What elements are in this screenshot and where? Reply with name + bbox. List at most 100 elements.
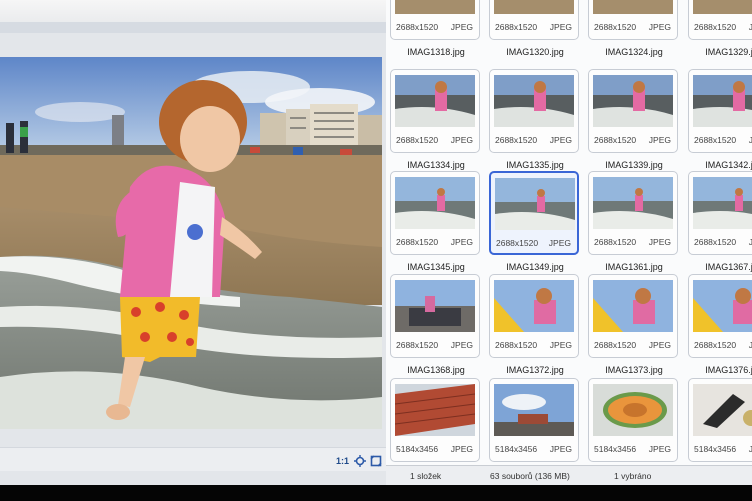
thumbnail-item[interactable]: 2688x1520JPEG bbox=[688, 69, 752, 153]
thumbnail-statusbar: 1 složek 63 souborů (136 MB) 1 vybráno bbox=[386, 465, 752, 485]
preview-pane: 1:1 bbox=[0, 0, 386, 485]
thumbnail-item[interactable]: 5184x3456 JPEG bbox=[588, 378, 678, 462]
thumbnail-image bbox=[693, 75, 752, 127]
thumbnail-filename[interactable]: IMAG1372.jpg bbox=[487, 365, 583, 375]
thumbnail-dimensions: 2688x1520 bbox=[594, 22, 637, 32]
preview-statusbar: 1:1 bbox=[0, 447, 386, 471]
fullscreen-icon[interactable] bbox=[370, 454, 382, 467]
thumbnail-image bbox=[494, 0, 574, 14]
thumbnail-format: JPEG bbox=[648, 135, 671, 145]
thumbnail-dimensions: 5184x3456 bbox=[594, 444, 637, 454]
thumbnail-dimensions: 2688x1520 bbox=[495, 22, 538, 32]
thumbnail-image bbox=[593, 280, 673, 332]
thumbnail-image bbox=[593, 384, 673, 436]
thumbnail-image bbox=[395, 384, 475, 436]
thumbnail-format: JPEG bbox=[648, 340, 671, 350]
thumbnail-filename[interactable]: IMAG1318.jpg bbox=[388, 47, 484, 57]
zoom-level-label[interactable]: 1:1 bbox=[336, 456, 349, 466]
thumbnail-image bbox=[494, 384, 574, 436]
thumbnail-item[interactable]: 2688x1520JPEG bbox=[688, 171, 752, 255]
thumbnail-item[interactable]: 2688x1520 JPEG bbox=[390, 171, 480, 255]
thumbnail-image bbox=[495, 178, 575, 230]
thumbnail-item[interactable]: 2688x1520JPEG bbox=[489, 69, 579, 153]
thumbnail-filename[interactable]: IMAG1342.jpg bbox=[686, 160, 752, 170]
thumbnail-filename[interactable]: IMAG1349.jpg bbox=[487, 262, 583, 272]
thumbnail-format: JPEG bbox=[450, 22, 473, 32]
thumbnail-image bbox=[395, 0, 475, 14]
thumbnail-image bbox=[693, 384, 752, 436]
thumbnail-image bbox=[593, 177, 673, 229]
thumbnail-item[interactable]: 2688x1520 JPEG bbox=[489, 0, 579, 40]
thumbnail-image bbox=[494, 75, 574, 127]
thumbnail-format: JPEG bbox=[549, 22, 572, 32]
thumbnail-item[interactable]: 5184x3456JPEG bbox=[688, 378, 752, 462]
file-count: 63 souborů (136 MB) bbox=[490, 471, 570, 481]
fit-to-window-icon[interactable] bbox=[354, 454, 366, 467]
thumbnail-image bbox=[593, 75, 673, 127]
thumbnail-filename[interactable]: IMAG1373.jpg bbox=[586, 365, 682, 375]
thumbnail-dimensions: 2688x1520 bbox=[694, 22, 737, 32]
thumbnail-item[interactable]: 2688x1520 JPEG bbox=[390, 274, 480, 358]
thumbnail-filename[interactable]: IMAG1368.jpg bbox=[388, 365, 484, 375]
thumbnail-item[interactable]: 2688x1520 JPEG bbox=[588, 69, 678, 153]
thumbnail-item[interactable]: 2688x1520JPEG bbox=[489, 274, 579, 358]
thumbnail-format: JPEG bbox=[548, 238, 571, 248]
thumbnail-image bbox=[395, 75, 475, 127]
thumbnail-dimensions: 5184x3456 bbox=[396, 444, 439, 454]
thumbnail-dimensions: 2688x1520 bbox=[496, 238, 539, 248]
thumbnail-item[interactable]: 2688x1520 JPEG bbox=[588, 171, 678, 255]
thumbnail-filename[interactable]: IMAG1335.jpg bbox=[487, 160, 583, 170]
thumbnail-dimensions: 2688x1520 bbox=[594, 340, 637, 350]
thumbnail-item[interactable]: 2688x1520 JPEG bbox=[588, 0, 678, 40]
thumbnail-filename[interactable]: IMAG1339.jpg bbox=[586, 160, 682, 170]
preview-image[interactable] bbox=[0, 57, 382, 429]
thumbnail-item[interactable]: 2688x1520JPEG bbox=[390, 0, 480, 40]
thumbnail-filename[interactable]: IMAG1345.jpg bbox=[388, 262, 484, 272]
preview-title-band bbox=[0, 22, 386, 33]
thumbnail-image bbox=[395, 280, 475, 332]
thumbnail-dimensions: 2688x1520 bbox=[396, 340, 439, 350]
thumbnail-filename[interactable]: IMAG1324.jpg bbox=[586, 47, 682, 57]
thumbnail-filename[interactable]: IMAG1320.jpg bbox=[487, 47, 583, 57]
thumbnail-filename[interactable]: IMAG1329.jpg bbox=[686, 47, 752, 57]
thumbnail-dimensions: 2688x1520 bbox=[495, 135, 538, 145]
thumbnail-filename[interactable]: IMAG1361.jpg bbox=[586, 262, 682, 272]
thumbnail-dimensions: 5184x3456 bbox=[694, 444, 737, 454]
folder-count: 1 složek bbox=[410, 471, 442, 481]
thumbnail-dimensions: 2688x1520 bbox=[396, 237, 439, 247]
thumbnail-item[interactable]: 5184x3456JPEG bbox=[489, 378, 579, 462]
thumbnail-pane: 2688x1520 JPEG IMAG1318.jpg 2688x1520 JPEG IM… bbox=[386, 0, 752, 485]
thumbnail-dimensions: 2688x1520 bbox=[396, 135, 439, 145]
thumbnail-filename[interactable]: IMAG1376.jpg bbox=[686, 365, 752, 375]
thumbnail-image bbox=[494, 280, 574, 332]
thumbnail-item[interactable]: 5184x3456 JPEG bbox=[390, 378, 480, 462]
thumbnail-image bbox=[693, 0, 752, 14]
thumbnail-item[interactable]: 2688x1520 JPEG bbox=[489, 171, 579, 255]
thumbnail-item[interactable]: 2688x1520 JPEG bbox=[588, 274, 678, 358]
thumbnail-format: JPEG bbox=[450, 444, 473, 454]
preview-toolbar bbox=[0, 0, 386, 33]
thumbnail-item[interactable]: 2688x1520 JPEG bbox=[390, 69, 480, 153]
thumbnail-format: JPEG bbox=[450, 135, 473, 145]
thumbnail-dimensions: 2688x1520 bbox=[594, 237, 637, 247]
monitor-bezel bbox=[0, 485, 752, 501]
thumbnail-format: JPEG bbox=[648, 22, 671, 32]
thumbnail-item[interactable]: 2688x1520JPEG bbox=[688, 0, 752, 40]
thumbnail-format: JPEG bbox=[648, 237, 671, 247]
thumbnail-image bbox=[693, 177, 752, 229]
thumbnail-format: JPEG bbox=[549, 444, 572, 454]
thumbnail-dimensions: 2688x1520 bbox=[694, 340, 737, 350]
thumbnail-image bbox=[693, 280, 752, 332]
thumbnail-filename[interactable]: IMAG1367.jpg bbox=[686, 262, 752, 272]
thumbnail-image bbox=[395, 177, 475, 229]
thumbnail-format: JPEG bbox=[450, 340, 473, 350]
thumbnail-format: JPEG bbox=[450, 237, 473, 247]
thumbnail-item[interactable]: 2688x1520JPEG bbox=[688, 274, 752, 358]
thumbnail-filename[interactable]: IMAG1334.jpg bbox=[388, 160, 484, 170]
thumbnail-dimensions: 2688x1520 bbox=[694, 237, 737, 247]
thumbnail-dimensions: 2688x1520 bbox=[594, 135, 637, 145]
thumbnail-image bbox=[593, 0, 673, 14]
thumbnail-format: JPEG bbox=[648, 444, 671, 454]
thumbnail-dimensions: 2688x1520 bbox=[495, 340, 538, 350]
thumbnail-dimensions: 2688x1520 bbox=[694, 135, 737, 145]
